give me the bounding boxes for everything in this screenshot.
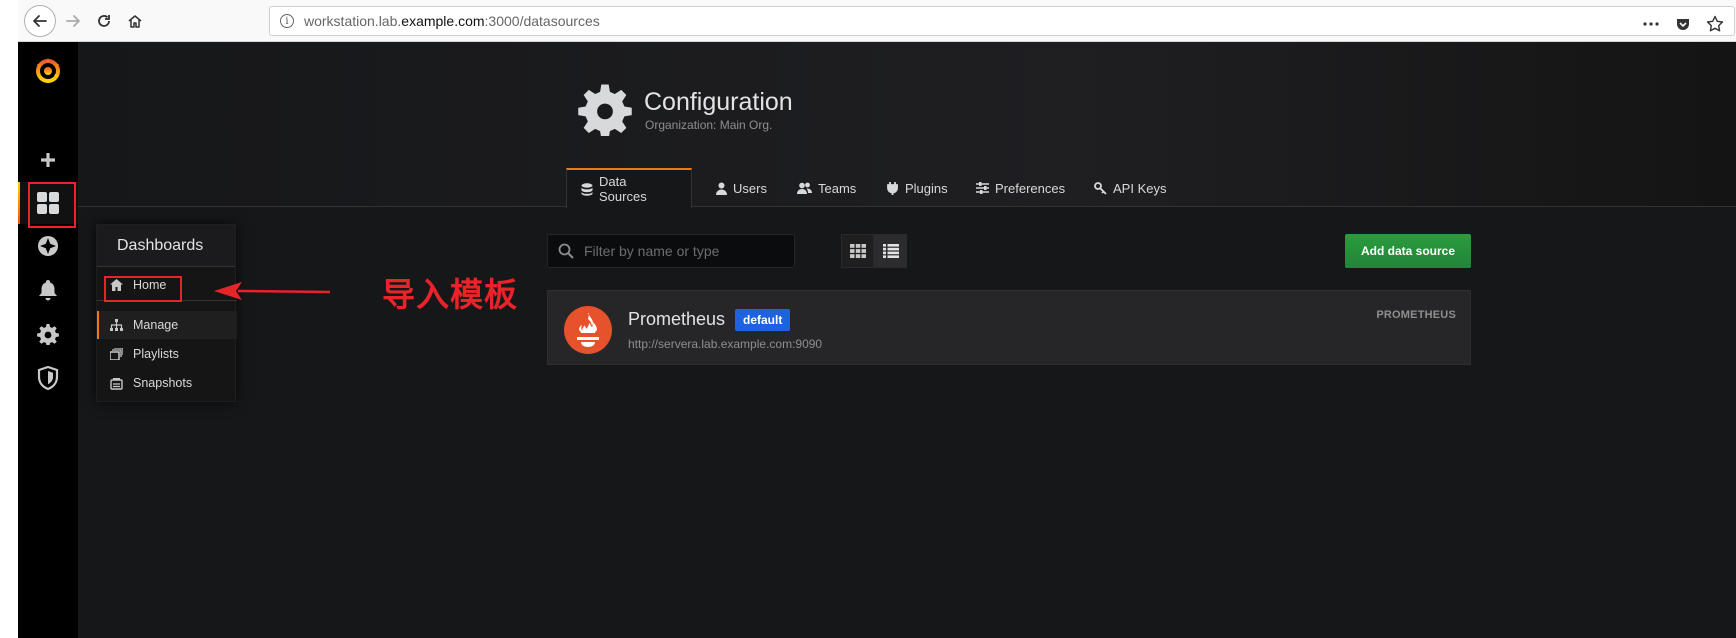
prometheus-logo	[564, 306, 612, 354]
home-button[interactable]	[122, 8, 148, 34]
tab-api-keys[interactable]: API Keys	[1080, 168, 1180, 208]
pocket-icon[interactable]	[1672, 13, 1694, 35]
search-box[interactable]	[547, 234, 795, 268]
tab-data-sources[interactable]: Data Sources	[566, 168, 692, 208]
datasource-type: PROMETHEUS	[1376, 309, 1456, 321]
add-data-source-button[interactable]: Add data source	[1345, 234, 1471, 268]
explore-icon[interactable]	[18, 226, 78, 266]
plug-icon	[887, 182, 898, 195]
flyout-item-manage[interactable]: Manage	[97, 311, 237, 339]
browser-toolbar: i workstation.lab. example.com:3000/datas…	[18, 0, 1736, 42]
tab-users[interactable]: Users	[702, 168, 781, 208]
forward-button[interactable]	[60, 8, 86, 34]
info-icon[interactable]: i	[280, 14, 294, 28]
page-subtitle: Organization: Main Org.	[645, 118, 773, 132]
url-suffix: :3000/datasources	[484, 13, 600, 29]
bell-icon[interactable]	[18, 270, 78, 310]
back-button[interactable]	[24, 5, 56, 37]
grid-view-button[interactable]	[841, 234, 874, 268]
side-menu	[18, 42, 78, 638]
datasource-name: Prometheus	[628, 309, 726, 329]
flyout-item-label: Manage	[133, 318, 179, 332]
annotation-box-dashboards-icon	[28, 182, 76, 228]
tab-plugins[interactable]: Plugins	[872, 168, 962, 208]
view-toggle	[841, 234, 907, 268]
default-badge: default	[735, 309, 791, 331]
annotation-arrow	[214, 282, 331, 300]
tab-label: API Keys	[1113, 180, 1167, 196]
flyout-item-playlists[interactable]: Playlists	[97, 340, 237, 368]
gear-icon[interactable]	[18, 314, 78, 354]
annotation-text: 导入模板	[382, 275, 518, 314]
key-icon	[1094, 181, 1107, 195]
url-host: example.com	[401, 13, 485, 29]
page-gutter	[0, 0, 18, 638]
flyout-title[interactable]: Dashboards	[97, 225, 235, 267]
camera-icon	[109, 376, 123, 390]
back-icon	[33, 15, 47, 27]
forward-icon	[66, 15, 80, 27]
page-title: Configuration	[644, 88, 793, 116]
shield-icon[interactable]	[18, 358, 78, 398]
plus-icon[interactable]	[18, 140, 78, 180]
datasource-url: http://servera.lab.example.com:9090	[628, 337, 823, 351]
annotation-box-manage	[104, 276, 182, 302]
reload-icon	[98, 15, 110, 27]
flyout-item-snapshots[interactable]: Snapshots	[97, 369, 237, 397]
grid-icon	[849, 244, 866, 258]
home-icon	[128, 15, 142, 28]
tab-label: Data Sources	[599, 174, 647, 204]
more-icon[interactable]	[1640, 13, 1662, 35]
tab-label: Teams	[818, 180, 857, 196]
sitemap-icon	[109, 318, 123, 332]
grafana-logo[interactable]	[18, 48, 78, 92]
dashboards-flyout-menu: Dashboards Home Manage Playlists Snapsho…	[96, 224, 237, 402]
sliders-icon	[976, 182, 989, 194]
search-icon	[558, 243, 574, 259]
tab-teams[interactable]: Teams	[783, 168, 870, 208]
list-view-button[interactable]	[874, 234, 907, 268]
tab-label: Users	[733, 180, 767, 196]
search-input[interactable]	[584, 243, 784, 259]
users-icon	[797, 182, 812, 194]
url-bar[interactable]: i workstation.lab. example.com:3000/datas…	[269, 6, 1735, 36]
page-header: Configuration Organization: Main Org. Da…	[78, 42, 1736, 208]
tab-label: Preferences	[995, 180, 1066, 196]
url-prefix: workstation.lab.	[304, 13, 402, 29]
user-icon	[716, 182, 727, 195]
grafana-app: Configuration Organization: Main Org. Da…	[18, 42, 1736, 638]
bookmark-star-icon[interactable]	[1704, 13, 1726, 35]
datasource-card[interactable]: Prometheus default http://servera.lab.ex…	[547, 290, 1471, 365]
flyout-item-label: Playlists	[133, 347, 179, 361]
flyout-item-label: Snapshots	[133, 376, 193, 390]
playlist-icon	[109, 347, 123, 361]
tab-label: Plugins	[905, 180, 948, 196]
tab-preferences[interactable]: Preferences	[962, 168, 1079, 208]
database-icon	[581, 182, 593, 196]
configuration-gear-icon	[578, 84, 632, 136]
list-icon	[882, 244, 899, 258]
reload-button[interactable]	[91, 8, 117, 34]
